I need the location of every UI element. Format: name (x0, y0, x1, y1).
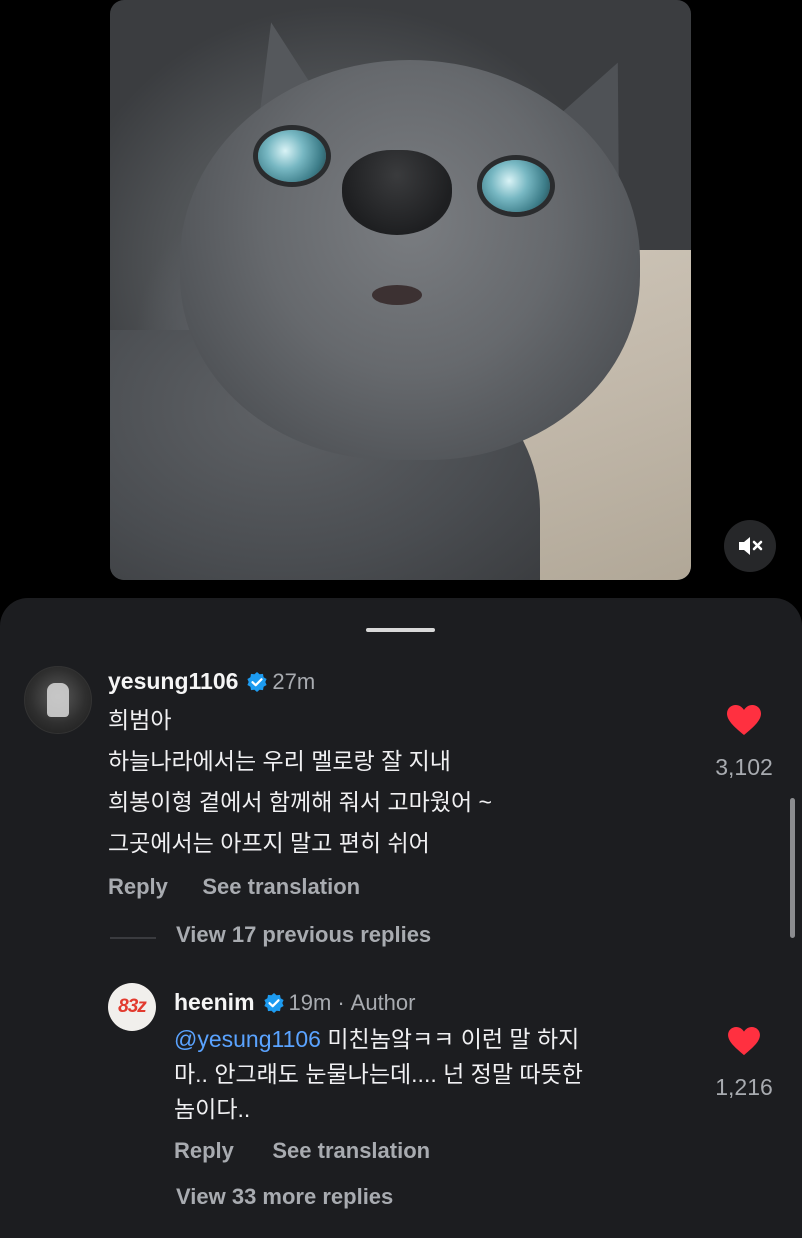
author-label: Author (350, 989, 416, 1015)
mention-link[interactable]: @yesung1106 (174, 1026, 321, 1052)
mute-button[interactable] (724, 520, 776, 572)
avatar[interactable]: 83z (108, 983, 156, 1031)
reply-line: 놈이다.. (174, 1096, 251, 1122)
reply-time: 19m (288, 989, 332, 1015)
verified-badge-icon (263, 992, 284, 1013)
comment-actions: Reply See translation (108, 874, 360, 900)
post-media-image[interactable] (110, 0, 691, 580)
comments-sheet: yesung1106 27m 희범아 하늘나라에서는 우리 멜로랑 잘 지내 희… (0, 598, 802, 1238)
heart-filled-icon[interactable] (726, 704, 762, 736)
comment-header: yesung1106 27m (108, 668, 315, 695)
reply-actions: Reply See translation (174, 1138, 430, 1164)
cat-mouth (372, 285, 422, 305)
comment-line: 희범아 (108, 707, 172, 733)
reply-line: @yesung1106 미친놈앜ㅋㅋ 이런 말 하지 (174, 1022, 674, 1057)
comment-line: 하늘나라에서는 우리 멜로랑 잘 지내 (108, 748, 451, 774)
like-count: 3,102 (715, 754, 773, 780)
comment-line: 그곳에서는 아프지 말고 편히 쉬어 (108, 830, 430, 856)
reply-button[interactable]: Reply (174, 1138, 234, 1163)
view-previous-replies-button[interactable]: View 17 previous replies (176, 922, 431, 948)
cat-eye-right (482, 160, 550, 212)
reply-body: @yesung1106 미친놈앜ㅋㅋ 이런 말 하지 마.. 안그래도 눈물나는… (174, 1022, 674, 1127)
comment-line: 희봉이형 곁에서 함께해 줘서 고마웠어 ~ (108, 789, 492, 815)
drag-handle[interactable] (366, 628, 435, 632)
verified-badge-icon (247, 671, 268, 692)
thread-divider (110, 937, 156, 939)
reply-button[interactable]: Reply (108, 874, 168, 899)
comment-username[interactable]: yesung1106 (108, 668, 238, 695)
cat-eye-left (258, 130, 326, 182)
speaker-muted-icon (739, 537, 763, 555)
reply-username[interactable]: heenim (174, 989, 255, 1016)
separator-dot: · (337, 989, 345, 1015)
see-translation-button[interactable]: See translation (202, 874, 360, 899)
like-count: 1,216 (715, 1074, 773, 1100)
scrollbar[interactable] (790, 798, 795, 938)
see-translation-button[interactable]: See translation (272, 1138, 430, 1163)
comment-body: 희범아 하늘나라에서는 우리 멜로랑 잘 지내 희봉이형 곁에서 함께해 줘서 … (108, 700, 492, 864)
view-more-replies-button[interactable]: View 33 more replies (176, 1184, 393, 1210)
reply-header: heenim 19m · Author (174, 989, 415, 1016)
reply-line: 마.. 안그래도 눈물나는데.... 넌 정말 따뜻한 (174, 1061, 583, 1087)
heart-filled-icon[interactable] (727, 1026, 761, 1056)
cat-head (180, 60, 640, 460)
avatar-logo-text: 83z (118, 996, 147, 1017)
reply-line-text: 미친놈앜ㅋㅋ 이런 말 하지 (320, 1026, 580, 1052)
avatar[interactable] (24, 666, 92, 734)
cat-nose (342, 150, 452, 235)
avatar-figure (47, 683, 69, 717)
comment-time: 27m (272, 668, 316, 694)
